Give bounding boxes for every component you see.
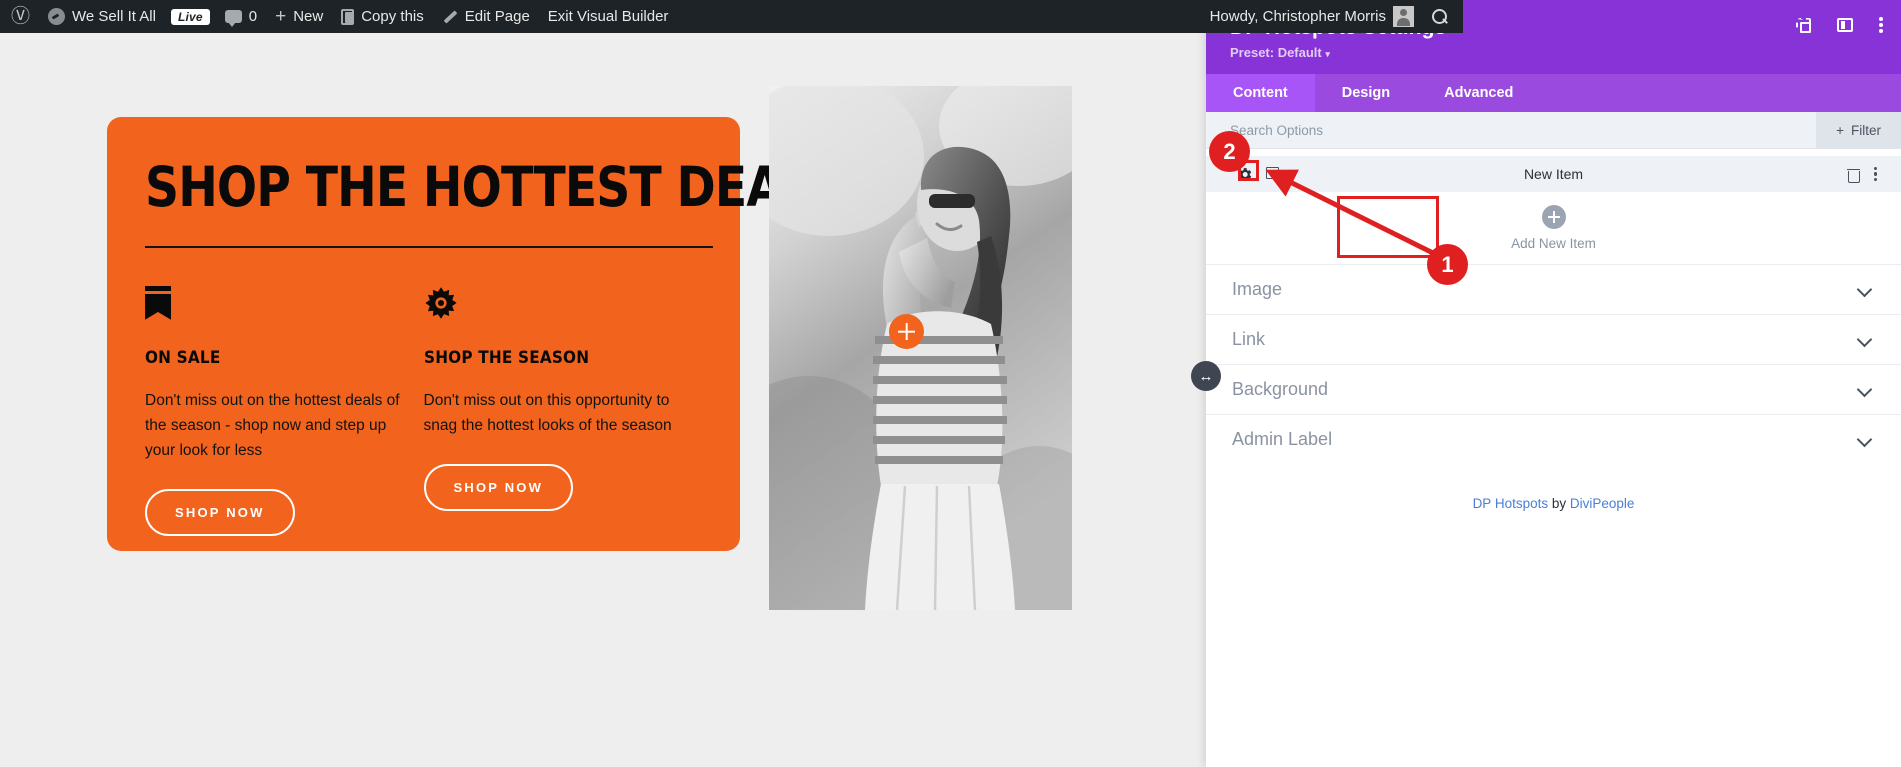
user-avatar-icon [1393, 6, 1414, 27]
item-row-right-actions [1846, 166, 1901, 183]
promo-column-body: Don't miss out on this opportunity to sn… [423, 391, 672, 434]
shop-now-button[interactable]: SHOP NOW [145, 489, 295, 537]
admin-bar-search[interactable] [1423, 0, 1457, 33]
admin-bar-copy-this[interactable]: Copy this [332, 0, 433, 33]
add-new-item-label: Add New Item [1511, 236, 1596, 251]
panel-credit: DP Hotspots by DiviPeople [1206, 464, 1901, 511]
kebab-menu-icon[interactable] [1873, 166, 1877, 182]
comment-bubble-icon [224, 10, 242, 27]
accordion-label: Image [1232, 279, 1283, 299]
dp-hotspots-settings-panel: DP Hotspots Settings Preset: Default ▾ C… [1206, 0, 1901, 767]
copy-icon [341, 8, 355, 25]
chevron-down-icon [1858, 283, 1871, 296]
page-title: SHOP THE HOTTEST DEALS [145, 155, 845, 219]
admin-bar-live-badge: Live [165, 0, 216, 33]
hotspot-marker-plus-icon[interactable] [889, 314, 924, 349]
search-icon [1432, 8, 1448, 25]
preset-label: Preset: Default [1230, 45, 1322, 60]
promo-card[interactable]: SHOP THE HOTTEST DEALS ON SALE Don't mis… [107, 117, 845, 551]
admin-bar-new[interactable]: + New [266, 0, 332, 33]
trash-icon[interactable] [1846, 167, 1860, 183]
howdy-label: Howdy, Christopher Morris [1209, 8, 1386, 25]
plus-icon: + [275, 6, 287, 27]
chevron-down-icon [1858, 333, 1871, 346]
item-row-title: New Item [1523, 166, 1584, 182]
edit-page-label: Edit Page [464, 8, 530, 25]
exit-visual-builder-label: Exit Visual Builder [547, 8, 669, 25]
chevron-down-icon [1858, 433, 1871, 446]
wordpress-logo-icon: Ⓥ [11, 6, 31, 27]
duplicate-icon[interactable] [1266, 167, 1281, 181]
promo-column-on-sale: ON SALE Don't miss out on the hottest de… [145, 285, 424, 537]
preset-selector[interactable]: Preset: Default ▾ [1230, 45, 1879, 60]
promo-column-shop-the-season: SHOP THE SEASON Don't miss out on this o… [423, 286, 703, 536]
wp-admin-bar: Ⓥ We Sell It All Live 0 + New Copy this … [0, 0, 1463, 33]
admin-bar-exit-visual-builder[interactable]: Exit Visual Builder [539, 0, 678, 33]
admin-bar-wordpress-logo[interactable]: Ⓥ [2, 0, 39, 33]
admin-bar-site-name[interactable]: We Sell It All [39, 0, 165, 33]
kebab-menu-icon[interactable] [1879, 17, 1883, 33]
admin-bar-comments[interactable]: 0 [216, 0, 266, 33]
bookmark-icon [145, 285, 424, 326]
promo-columns: ON SALE Don't miss out on the hottest de… [145, 285, 703, 537]
panel-tabs: Content Design Advanced [1206, 74, 1901, 112]
hotspot-image[interactable] [769, 86, 1072, 610]
shop-now-button[interactable]: SHOP NOW [423, 463, 574, 511]
site-name-label: We Sell It All [72, 8, 156, 25]
dp-hotspots-link[interactable]: DP Hotspots [1473, 496, 1549, 511]
new-label: New [293, 8, 324, 25]
search-options-row: + Filter [1206, 111, 1901, 149]
panel-header-icons [1796, 17, 1883, 33]
annotation-badge-2: 2 [1209, 131, 1250, 172]
promo-column-heading: SHOP THE SEASON [423, 347, 589, 368]
live-badge-label: Live [170, 8, 210, 25]
plus-circle-icon[interactable] [1541, 205, 1566, 229]
accordion-link[interactable]: Link [1206, 314, 1901, 364]
layout-icon[interactable] [1837, 18, 1853, 32]
focus-icon[interactable] [1796, 18, 1811, 33]
accordion-image[interactable]: Image [1206, 264, 1901, 314]
resize-horizontal-icon: ↔ [1198, 367, 1214, 385]
divipeople-link[interactable]: DiviPeople [1570, 496, 1635, 511]
chevron-down-icon [1858, 383, 1871, 396]
add-new-item-button[interactable]: Add New Item [1206, 192, 1901, 264]
accordion-admin-label[interactable]: Admin Label [1206, 414, 1901, 464]
panel-resize-handle[interactable]: ↔ [1191, 361, 1221, 391]
plus-icon: + [1836, 122, 1844, 138]
panel-body: New Item Add New Item Image Link Backgro… [1206, 149, 1901, 767]
filter-button[interactable]: + Filter [1816, 111, 1901, 149]
admin-bar-edit-page[interactable]: Edit Page [433, 0, 539, 33]
annotation-box-add-new-item [1337, 196, 1439, 258]
hotspot-item-row[interactable]: New Item [1206, 156, 1901, 192]
search-input[interactable] [1230, 122, 1817, 138]
admin-bar-my-account[interactable]: Howdy, Christopher Morris [1201, 0, 1423, 33]
accordion-label: Link [1232, 329, 1266, 349]
chevron-down-icon: ▾ [1325, 49, 1330, 59]
annotation-badge-1: 1 [1427, 244, 1468, 285]
sun-icon [424, 286, 703, 326]
copy-this-label: Copy this [361, 8, 424, 25]
promo-column-heading: ON SALE [145, 347, 221, 368]
admin-bar-right-group: Howdy, Christopher Morris [1201, 0, 1463, 33]
accordion-background[interactable]: Background [1206, 364, 1901, 414]
tab-design[interactable]: Design [1315, 74, 1417, 112]
credit-by-text: by [1548, 496, 1570, 511]
pencil-icon [442, 9, 458, 25]
filter-button-label: Filter [1851, 122, 1881, 138]
tab-content[interactable]: Content [1206, 74, 1315, 112]
accordion-label: Background [1232, 379, 1329, 399]
accordion-label: Admin Label [1232, 429, 1333, 449]
comments-count: 0 [248, 8, 258, 25]
admin-bar-left-group: Ⓥ We Sell It All Live 0 + New Copy this … [0, 0, 677, 33]
divider [145, 245, 713, 248]
dashboard-icon [48, 8, 66, 25]
promo-column-body: Don't miss out on the hottest deals of t… [145, 391, 400, 459]
tab-advanced[interactable]: Advanced [1417, 74, 1540, 112]
